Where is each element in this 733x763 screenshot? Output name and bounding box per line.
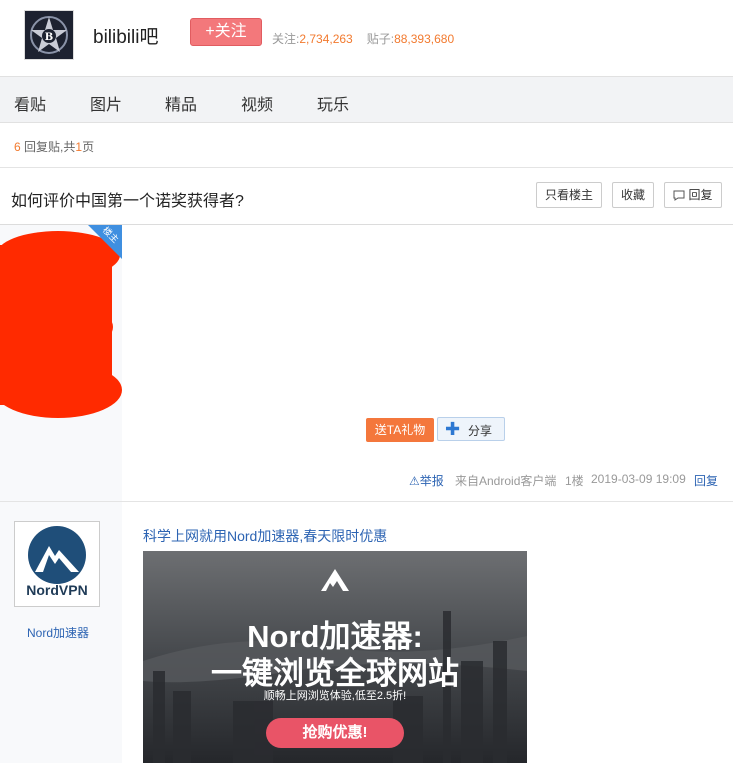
thread-title-bar: 如何评价中国第一个诺奖获得者? 只看楼主 收藏 回复 [0, 167, 733, 225]
report-link[interactable]: ⚠举报 [409, 472, 444, 489]
follow-stat-label: 关注: [272, 32, 300, 46]
floor-number: 1楼 [565, 474, 584, 488]
reply-thread-label: 回复 [688, 188, 713, 202]
thread-title: 如何评价中国第一个诺奖获得者? [11, 193, 244, 210]
report-label: 举报 [419, 474, 444, 488]
send-gift-button[interactable]: 送TA礼物 [366, 418, 434, 442]
plus-icon: ✚ [445, 419, 461, 439]
page-suffix: 页 [82, 140, 95, 154]
ad-subline: 顺畅上网浏览体验,低至2.5折! [263, 690, 407, 702]
forum-nav: 看贴 图片 精品 视频 玩乐 [0, 76, 733, 123]
comment-icon [673, 185, 685, 209]
tab-view-posts[interactable]: 看贴 [14, 91, 46, 115]
favorite-button[interactable]: 收藏 [612, 182, 654, 208]
advertiser-avatar[interactable]: NordVPN [14, 521, 100, 607]
share-label: 分享 [468, 424, 493, 438]
tab-fun[interactable]: 玩乐 [317, 91, 349, 115]
forum-name[interactable]: bilibili吧 [93, 22, 158, 49]
warning-icon: ⚠ [409, 474, 420, 488]
reply-count: 6 [14, 140, 21, 154]
follow-button[interactable]: +关注 [190, 18, 262, 46]
reply-thread-button[interactable]: 回复 [664, 182, 722, 208]
post-stat-label: 贴子: [366, 32, 395, 46]
only-op-button[interactable]: 只看楼主 [536, 182, 602, 208]
ad-cta-button[interactable]: 抢购优惠! [266, 718, 404, 748]
follow-count: 2,734,263 [299, 32, 353, 46]
post-timestamp: 2019-03-09 19:09 [591, 472, 686, 486]
ad-banner[interactable]: Nord加速器: 一键浏览全球网站 顺畅上网浏览体验,低至2.5折! 抢购优惠! [143, 551, 527, 763]
forum-logo[interactable]: B [24, 10, 74, 60]
tab-videos[interactable]: 视频 [241, 91, 273, 115]
share-button[interactable]: ✚ 分享 [437, 417, 505, 441]
advertiser-logo-text: NordVPN [26, 582, 88, 598]
advertiser-name[interactable]: Nord加速器 [27, 624, 89, 641]
reply-post-link[interactable]: 回复 [694, 472, 718, 489]
ad-title[interactable]: 科学上网就用Nord加速器,春天限时优惠 [143, 526, 387, 546]
post-source: 来自Android客户端 [455, 474, 557, 488]
post-count: 88,393,680 [394, 32, 455, 46]
reply-count-info: 6 回复贴,共1页 [14, 138, 94, 155]
reply-suffix: 回复贴,共 [24, 140, 76, 154]
forum-header: B bilibili吧 +关注 关注:2,734,263 贴子:88,393,68… [0, 0, 733, 76]
post-divider [0, 501, 733, 502]
op-badge: 楼主 [88, 225, 122, 259]
mountain-logo-icon [319, 567, 351, 598]
tab-images[interactable]: 图片 [90, 91, 122, 115]
forum-stats: 关注:2,734,263 贴子:88,393,680 [272, 30, 454, 47]
tab-featured[interactable]: 精品 [165, 91, 197, 115]
svg-text:B: B [45, 32, 53, 43]
